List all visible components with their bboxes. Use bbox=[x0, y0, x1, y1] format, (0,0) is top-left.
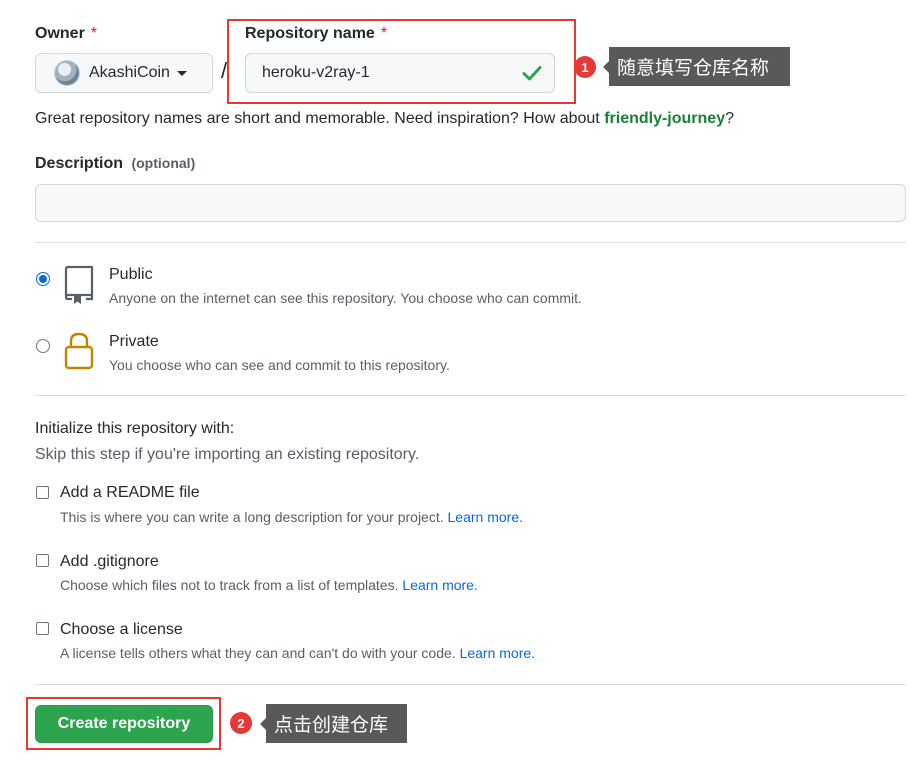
hint-text: Great repository names are short and mem… bbox=[35, 110, 605, 127]
owner-label: Owner * bbox=[35, 25, 97, 43]
license-description: A license tells others what they can and… bbox=[60, 645, 535, 661]
description-optional: (optional) bbox=[131, 155, 196, 171]
divider bbox=[35, 684, 906, 685]
annotation-tooltip-1: 随意填写仓库名称 bbox=[603, 47, 790, 86]
description-label: Description (optional) bbox=[35, 155, 195, 173]
owner-name: AkashiCoin bbox=[89, 64, 170, 81]
init-title: Initialize this repository with: bbox=[35, 420, 235, 437]
divider bbox=[35, 242, 906, 243]
avatar bbox=[54, 60, 80, 86]
description-input[interactable] bbox=[35, 184, 906, 222]
public-description: Anyone on the internet can see this repo… bbox=[109, 290, 582, 306]
readme-checkbox[interactable] bbox=[36, 486, 49, 499]
init-subtitle: Skip this step if you're importing an ex… bbox=[35, 446, 420, 463]
gitignore-label: Add .gitignore bbox=[60, 553, 159, 570]
license-checkbox[interactable] bbox=[36, 622, 49, 635]
repo-name-input[interactable]: heroku-v2ray-1 bbox=[245, 53, 555, 93]
repo-book-icon bbox=[64, 265, 94, 304]
repo-name-label: Repository name * bbox=[245, 25, 387, 43]
public-label: Public bbox=[109, 266, 153, 283]
description-label-text: Description bbox=[35, 155, 124, 172]
readme-description: This is where you can write a long descr… bbox=[60, 509, 523, 525]
gitignore-description: Choose which files not to track from a l… bbox=[60, 577, 478, 593]
gitignore-checkbox[interactable] bbox=[36, 554, 49, 567]
private-radio[interactable] bbox=[36, 339, 50, 353]
create-repository-form: Owner * AkashiCoin / Repository name * her… bbox=[0, 0, 910, 757]
create-repository-button[interactable]: Create repository bbox=[35, 705, 213, 743]
repo-name-label-text: Repository name bbox=[245, 25, 375, 42]
readme-learn-more-link[interactable]: Learn more. bbox=[448, 509, 523, 525]
readme-label: Add a README file bbox=[60, 484, 200, 501]
readme-desc-text: This is where you can write a long descr… bbox=[60, 509, 444, 525]
gitignore-learn-more-link[interactable]: Learn more. bbox=[402, 577, 477, 593]
license-desc-text: A license tells others what they can and… bbox=[60, 645, 456, 661]
annotation-badge-2: 2 bbox=[230, 712, 252, 734]
private-label: Private bbox=[109, 333, 159, 350]
owner-required-mark: * bbox=[90, 25, 98, 42]
gitignore-desc-text: Choose which files not to track from a l… bbox=[60, 577, 399, 593]
private-description: You choose who can see and commit to thi… bbox=[109, 357, 450, 373]
lock-icon bbox=[64, 332, 94, 370]
check-icon bbox=[522, 66, 542, 81]
annotation-tooltip-2: 点击创建仓库 bbox=[260, 704, 407, 743]
caret-down-icon bbox=[176, 70, 187, 76]
license-learn-more-link[interactable]: Learn more. bbox=[460, 645, 535, 661]
name-suggestion-link[interactable]: friendly-journey bbox=[604, 110, 725, 127]
repo-name-required-mark: * bbox=[380, 25, 388, 42]
owner-label-text: Owner bbox=[35, 25, 85, 42]
owner-dropdown[interactable]: AkashiCoin bbox=[35, 53, 213, 93]
divider bbox=[35, 395, 906, 396]
repo-name-value: heroku-v2ray-1 bbox=[262, 64, 370, 81]
annotation-badge-1: 1 bbox=[574, 56, 596, 78]
hint-suffix: ? bbox=[725, 110, 734, 127]
public-radio[interactable] bbox=[36, 272, 50, 286]
license-label: Choose a license bbox=[60, 621, 183, 638]
repo-name-hint: Great repository names are short and mem… bbox=[35, 110, 734, 128]
